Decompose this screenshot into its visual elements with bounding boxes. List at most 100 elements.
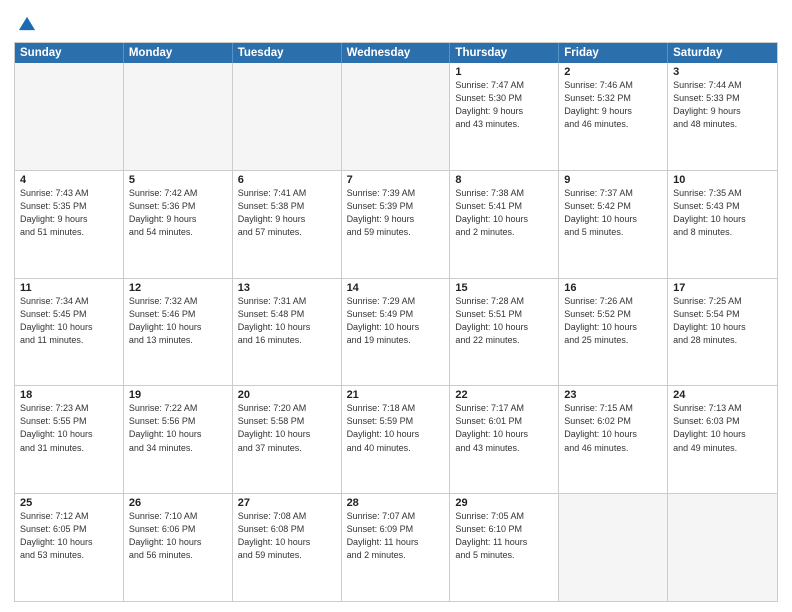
cal-cell: 25Sunrise: 7:12 AMSunset: 6:05 PMDayligh…: [15, 494, 124, 601]
cal-cell: 6Sunrise: 7:41 AMSunset: 5:38 PMDaylight…: [233, 171, 342, 278]
cell-info: Sunrise: 7:34 AMSunset: 5:45 PMDaylight:…: [20, 295, 119, 347]
day-number: 10: [673, 174, 773, 186]
cal-cell: [124, 63, 233, 170]
cal-cell: 19Sunrise: 7:22 AMSunset: 5:56 PMDayligh…: [124, 386, 233, 493]
day-number: 22: [455, 389, 554, 401]
day-number: 2: [564, 66, 663, 78]
cal-cell: 13Sunrise: 7:31 AMSunset: 5:48 PMDayligh…: [233, 279, 342, 386]
calendar: SundayMondayTuesdayWednesdayThursdayFrid…: [14, 42, 778, 602]
day-number: 25: [20, 497, 119, 509]
cell-info: Sunrise: 7:20 AMSunset: 5:58 PMDaylight:…: [238, 402, 337, 454]
day-number: 26: [129, 497, 228, 509]
cell-info: Sunrise: 7:35 AMSunset: 5:43 PMDaylight:…: [673, 187, 773, 239]
day-number: 4: [20, 174, 119, 186]
cell-info: Sunrise: 7:28 AMSunset: 5:51 PMDaylight:…: [455, 295, 554, 347]
weekday-header-friday: Friday: [559, 43, 668, 63]
cal-cell: 9Sunrise: 7:37 AMSunset: 5:42 PMDaylight…: [559, 171, 668, 278]
cal-cell: 16Sunrise: 7:26 AMSunset: 5:52 PMDayligh…: [559, 279, 668, 386]
cal-cell: 1Sunrise: 7:47 AMSunset: 5:30 PMDaylight…: [450, 63, 559, 170]
cell-info: Sunrise: 7:44 AMSunset: 5:33 PMDaylight:…: [673, 79, 773, 131]
cal-cell: 11Sunrise: 7:34 AMSunset: 5:45 PMDayligh…: [15, 279, 124, 386]
day-number: 8: [455, 174, 554, 186]
cal-cell: [668, 494, 777, 601]
cal-cell: 3Sunrise: 7:44 AMSunset: 5:33 PMDaylight…: [668, 63, 777, 170]
cell-info: Sunrise: 7:41 AMSunset: 5:38 PMDaylight:…: [238, 187, 337, 239]
cal-cell: [342, 63, 451, 170]
cell-info: Sunrise: 7:46 AMSunset: 5:32 PMDaylight:…: [564, 79, 663, 131]
day-number: 16: [564, 282, 663, 294]
cell-info: Sunrise: 7:12 AMSunset: 6:05 PMDaylight:…: [20, 510, 119, 562]
logo: [14, 14, 38, 36]
cell-info: Sunrise: 7:13 AMSunset: 6:03 PMDaylight:…: [673, 402, 773, 454]
cell-info: Sunrise: 7:10 AMSunset: 6:06 PMDaylight:…: [129, 510, 228, 562]
logo-icon: [16, 14, 38, 36]
day-number: 15: [455, 282, 554, 294]
cal-cell: 22Sunrise: 7:17 AMSunset: 6:01 PMDayligh…: [450, 386, 559, 493]
cell-info: Sunrise: 7:32 AMSunset: 5:46 PMDaylight:…: [129, 295, 228, 347]
cell-info: Sunrise: 7:08 AMSunset: 6:08 PMDaylight:…: [238, 510, 337, 562]
cal-cell: 27Sunrise: 7:08 AMSunset: 6:08 PMDayligh…: [233, 494, 342, 601]
cal-cell: [559, 494, 668, 601]
weekday-header-sunday: Sunday: [15, 43, 124, 63]
cell-info: Sunrise: 7:42 AMSunset: 5:36 PMDaylight:…: [129, 187, 228, 239]
cal-cell: 23Sunrise: 7:15 AMSunset: 6:02 PMDayligh…: [559, 386, 668, 493]
cell-info: Sunrise: 7:05 AMSunset: 6:10 PMDaylight:…: [455, 510, 554, 562]
day-number: 14: [347, 282, 446, 294]
weekday-header-monday: Monday: [124, 43, 233, 63]
cell-info: Sunrise: 7:23 AMSunset: 5:55 PMDaylight:…: [20, 402, 119, 454]
header: [14, 10, 778, 36]
day-number: 11: [20, 282, 119, 294]
cal-cell: 10Sunrise: 7:35 AMSunset: 5:43 PMDayligh…: [668, 171, 777, 278]
cell-info: Sunrise: 7:22 AMSunset: 5:56 PMDaylight:…: [129, 402, 228, 454]
day-number: 29: [455, 497, 554, 509]
day-number: 24: [673, 389, 773, 401]
day-number: 18: [20, 389, 119, 401]
cal-cell: 26Sunrise: 7:10 AMSunset: 6:06 PMDayligh…: [124, 494, 233, 601]
cell-info: Sunrise: 7:31 AMSunset: 5:48 PMDaylight:…: [238, 295, 337, 347]
calendar-body: 1Sunrise: 7:47 AMSunset: 5:30 PMDaylight…: [15, 63, 777, 601]
calendar-row-0: 1Sunrise: 7:47 AMSunset: 5:30 PMDaylight…: [15, 63, 777, 170]
cal-cell: 18Sunrise: 7:23 AMSunset: 5:55 PMDayligh…: [15, 386, 124, 493]
cal-cell: 14Sunrise: 7:29 AMSunset: 5:49 PMDayligh…: [342, 279, 451, 386]
cell-info: Sunrise: 7:25 AMSunset: 5:54 PMDaylight:…: [673, 295, 773, 347]
cal-cell: [15, 63, 124, 170]
calendar-row-2: 11Sunrise: 7:34 AMSunset: 5:45 PMDayligh…: [15, 278, 777, 386]
cal-cell: 12Sunrise: 7:32 AMSunset: 5:46 PMDayligh…: [124, 279, 233, 386]
cell-info: Sunrise: 7:07 AMSunset: 6:09 PMDaylight:…: [347, 510, 446, 562]
weekday-header-thursday: Thursday: [450, 43, 559, 63]
day-number: 9: [564, 174, 663, 186]
cal-cell: 15Sunrise: 7:28 AMSunset: 5:51 PMDayligh…: [450, 279, 559, 386]
cal-cell: 20Sunrise: 7:20 AMSunset: 5:58 PMDayligh…: [233, 386, 342, 493]
cell-info: Sunrise: 7:37 AMSunset: 5:42 PMDaylight:…: [564, 187, 663, 239]
day-number: 1: [455, 66, 554, 78]
cal-cell: 24Sunrise: 7:13 AMSunset: 6:03 PMDayligh…: [668, 386, 777, 493]
cal-cell: 7Sunrise: 7:39 AMSunset: 5:39 PMDaylight…: [342, 171, 451, 278]
day-number: 3: [673, 66, 773, 78]
calendar-row-3: 18Sunrise: 7:23 AMSunset: 5:55 PMDayligh…: [15, 385, 777, 493]
day-number: 5: [129, 174, 228, 186]
cell-info: Sunrise: 7:26 AMSunset: 5:52 PMDaylight:…: [564, 295, 663, 347]
calendar-row-1: 4Sunrise: 7:43 AMSunset: 5:35 PMDaylight…: [15, 170, 777, 278]
cell-info: Sunrise: 7:18 AMSunset: 5:59 PMDaylight:…: [347, 402, 446, 454]
calendar-row-4: 25Sunrise: 7:12 AMSunset: 6:05 PMDayligh…: [15, 493, 777, 601]
page: SundayMondayTuesdayWednesdayThursdayFrid…: [0, 0, 792, 612]
cal-cell: 2Sunrise: 7:46 AMSunset: 5:32 PMDaylight…: [559, 63, 668, 170]
cal-cell: 17Sunrise: 7:25 AMSunset: 5:54 PMDayligh…: [668, 279, 777, 386]
day-number: 12: [129, 282, 228, 294]
calendar-header: SundayMondayTuesdayWednesdayThursdayFrid…: [15, 43, 777, 63]
cal-cell: 5Sunrise: 7:42 AMSunset: 5:36 PMDaylight…: [124, 171, 233, 278]
day-number: 6: [238, 174, 337, 186]
day-number: 23: [564, 389, 663, 401]
day-number: 20: [238, 389, 337, 401]
cal-cell: 4Sunrise: 7:43 AMSunset: 5:35 PMDaylight…: [15, 171, 124, 278]
cal-cell: 21Sunrise: 7:18 AMSunset: 5:59 PMDayligh…: [342, 386, 451, 493]
cell-info: Sunrise: 7:38 AMSunset: 5:41 PMDaylight:…: [455, 187, 554, 239]
weekday-header-tuesday: Tuesday: [233, 43, 342, 63]
day-number: 21: [347, 389, 446, 401]
cell-info: Sunrise: 7:17 AMSunset: 6:01 PMDaylight:…: [455, 402, 554, 454]
cell-info: Sunrise: 7:39 AMSunset: 5:39 PMDaylight:…: [347, 187, 446, 239]
cal-cell: [233, 63, 342, 170]
day-number: 27: [238, 497, 337, 509]
weekday-header-wednesday: Wednesday: [342, 43, 451, 63]
cell-info: Sunrise: 7:29 AMSunset: 5:49 PMDaylight:…: [347, 295, 446, 347]
